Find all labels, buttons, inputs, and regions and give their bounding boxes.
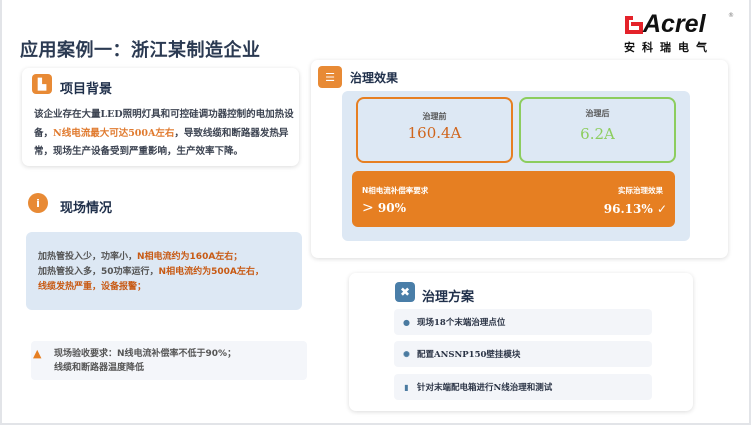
situation-heading: 现场情况 — [60, 197, 112, 216]
after-box: 治理后 6.2A — [519, 97, 676, 163]
background-heading: 项目背景 — [60, 78, 112, 97]
acrel-logo: Acrel ® 安科瑞电气 — [624, 12, 734, 56]
plan-item: ▮针对末端配电箱进行N线治理和测试 — [394, 374, 652, 400]
check-icon: ✓ — [657, 202, 667, 216]
warning-icon: ▲ — [33, 347, 41, 360]
plan-item: ✺配置ANSNP150壁挂模块 — [394, 341, 652, 367]
compensation-bar: N相电流补偿率要求 > 90% 实际治理效果 96.13% ✓ — [352, 171, 675, 227]
location-icon: ● — [402, 317, 411, 327]
tools-icon: ✖ — [395, 282, 415, 302]
gear-icon: ✺ — [402, 349, 411, 359]
factory-icon: ▙ — [32, 74, 52, 94]
plan-item: ●现场18个末端治理点位 — [394, 309, 652, 335]
acrel-mark-icon — [625, 16, 643, 34]
before-box: 治理前 160.4A — [356, 97, 513, 163]
page-title: 应用案例一：浙江某制造企业 — [20, 36, 261, 62]
effect-heading: 治理效果 — [350, 69, 398, 86]
info-icon: i — [28, 193, 48, 213]
plan-heading: 治理方案 — [422, 286, 474, 305]
warning-text: 现场验收要求：N线电流补偿率不低于90%；线缆和断路器温度降低 — [54, 347, 236, 375]
situation-text: 加热管投入少，功率小，N相电流约为160A左右； 加热管投入多，50功率运行，N… — [38, 250, 264, 295]
list-icon: ☰ — [318, 66, 342, 88]
clipboard-icon: ▮ — [402, 382, 411, 392]
background-text: 该企业存在大量LED照明灯具和可控硅调功器控制的电加热设备，N线电流最大可达50… — [34, 106, 296, 162]
